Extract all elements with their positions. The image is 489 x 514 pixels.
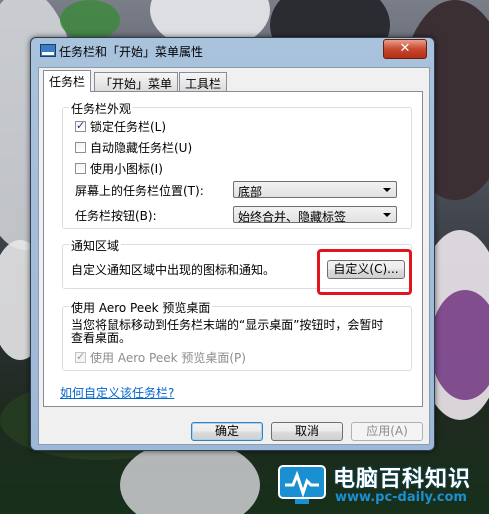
tab-taskbar[interactable]: 任务栏 — [43, 70, 92, 92]
taskbar-buttons-select[interactable]: 始终合并、隐藏标签 — [233, 206, 397, 224]
taskbar-app-icon — [40, 44, 56, 57]
title-bar[interactable]: 任务栏和「开始」菜单属性 ✕ — [31, 38, 434, 62]
chevron-down-icon — [383, 213, 391, 217]
checkbox-box[interactable] — [75, 142, 86, 153]
window-title: 任务栏和「开始」菜单属性 — [59, 45, 204, 59]
taskbar-properties-dialog: 任务栏和「开始」菜单属性 ✕ 任务栏 「开始」菜单 工具栏 任务栏外观 锁定任务… — [30, 37, 435, 451]
lock-taskbar-checkbox[interactable]: 锁定任务栏(L) — [75, 118, 166, 135]
close-button[interactable]: ✕ — [383, 39, 427, 59]
taskbar-location-value: 底部 — [238, 185, 263, 199]
apply-button[interactable]: 应用(A) — [351, 422, 423, 441]
taskbar-buttons-label: 任务栏按钮(B): — [75, 209, 157, 223]
tab-start-menu[interactable]: 「开始」菜单 — [94, 72, 179, 91]
taskbar-location-label: 屏幕上的任务栏位置(T): — [75, 184, 204, 198]
taskbar-buttons-value: 始终合并、隐藏标签 — [238, 210, 347, 224]
taskbar-appearance-group: 任务栏外观 锁定任务栏(L) 自动隐藏任务栏(U) 使用小图标(I) 屏幕上的任… — [62, 100, 412, 229]
group-title-notification: 通知区域 — [69, 237, 122, 254]
checkbox-box[interactable] — [75, 350, 86, 363]
highlight-frame — [317, 249, 412, 295]
help-link[interactable]: 如何自定义该任务栏? — [60, 384, 174, 401]
tab-toolbars[interactable]: 工具栏 — [179, 72, 228, 91]
checkbox-box[interactable] — [75, 119, 86, 132]
chevron-down-icon — [383, 188, 391, 192]
aero-peek-group: 使用 Aero Peek 预览桌面 当您将鼠标移动到任务栏末端的“显示桌面”按钮… — [62, 299, 412, 371]
group-title-aero-peek: 使用 Aero Peek 预览桌面 — [69, 299, 213, 316]
cancel-button[interactable]: 取消 — [271, 422, 343, 441]
lock-taskbar-label: 锁定任务栏(L) — [90, 120, 167, 134]
monitor-logo-icon — [278, 465, 326, 504]
auto-hide-label: 自动隐藏任务栏(U) — [90, 141, 193, 155]
aero-peek-label: 使用 Aero Peek 预览桌面(P) — [90, 351, 246, 365]
notification-description: 自定义通知区域中出现的图标和通知。 — [71, 263, 276, 277]
close-icon: ✕ — [399, 41, 411, 56]
small-icons-label: 使用小图标(I) — [90, 162, 163, 176]
aero-peek-checkbox[interactable]: 使用 Aero Peek 预览桌面(P) — [75, 349, 246, 366]
ok-button[interactable]: 确定 — [191, 422, 263, 441]
tab-panel-taskbar: 任务栏外观 锁定任务栏(L) 自动隐藏任务栏(U) 使用小图标(I) 屏幕上的任… — [43, 91, 423, 407]
taskbar-location-select[interactable]: 底部 — [233, 181, 397, 199]
aero-peek-description-line2: 查看桌面。 — [71, 331, 132, 345]
group-title-appearance: 任务栏外观 — [69, 100, 134, 117]
watermark-url: www.pc-daily.com — [335, 490, 467, 505]
watermark-name: 电脑百科知识 — [333, 467, 472, 492]
watermark: 电脑百科知识 www.pc-daily.com — [277, 459, 489, 514]
auto-hide-checkbox[interactable]: 自动隐藏任务栏(U) — [75, 139, 192, 156]
dialog-client-area: 任务栏 「开始」菜单 工具栏 任务栏外观 锁定任务栏(L) 自动隐藏任务栏(U)… — [38, 67, 430, 445]
small-icons-checkbox[interactable]: 使用小图标(I) — [75, 160, 163, 177]
checkbox-box[interactable] — [75, 163, 86, 174]
